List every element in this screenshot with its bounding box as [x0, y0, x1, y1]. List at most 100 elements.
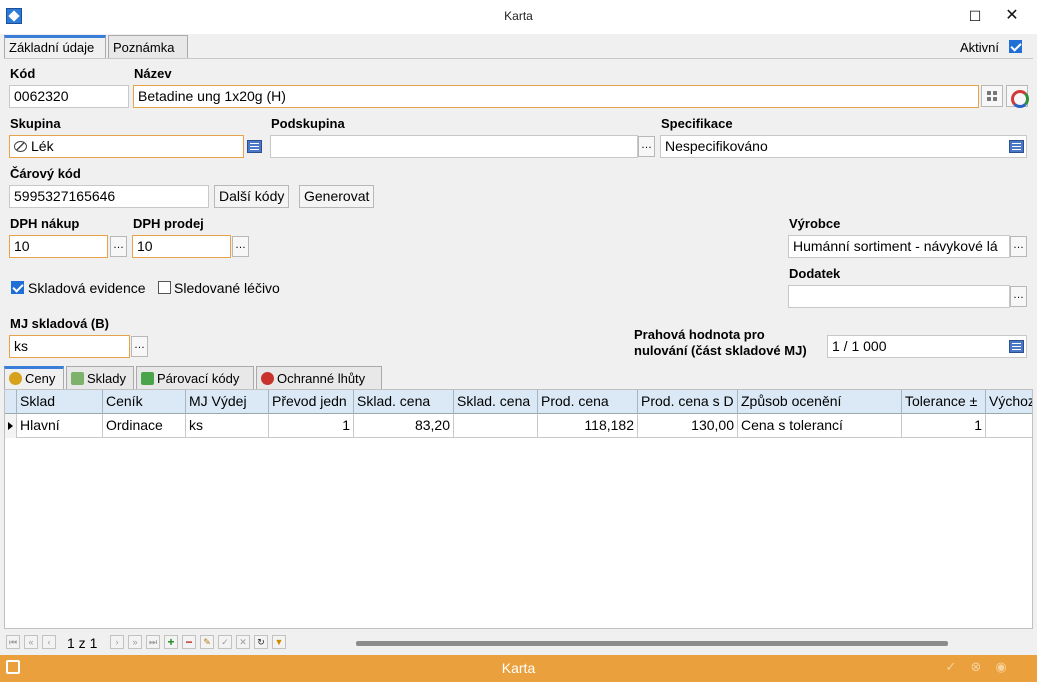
confirm-icon[interactable]: ✓ [218, 635, 232, 649]
ok-icon[interactable]: ✓ [944, 660, 958, 674]
prices-grid[interactable]: Sklad Ceník MJ Výdej Převod jedn Sklad. … [4, 389, 1033, 629]
mj-skladova-ellipsis-button[interactable]: … [131, 336, 148, 357]
prahova-input[interactable]: 1 / 1 000 [827, 335, 1027, 358]
edit-icon[interactable]: ✎ [200, 635, 214, 649]
dodatek-input[interactable] [788, 285, 1010, 308]
tab-poznamka[interactable]: Poznámka [108, 35, 188, 59]
nazev-label: Název [134, 66, 172, 81]
mj-skladova-input[interactable]: ks [9, 335, 130, 358]
skladova-evidence-checkbox[interactable] [11, 281, 24, 294]
col-tolerance[interactable]: Tolerance ± [902, 390, 986, 414]
prev-page-icon[interactable]: « [24, 635, 38, 649]
coins-icon [9, 372, 22, 385]
cell-sklad-cena-2[interactable] [454, 414, 538, 438]
dalsi-kody-button[interactable]: Další kódy [214, 185, 290, 208]
list-icon[interactable] [1009, 140, 1024, 153]
sledovane-lecivo-label: Sledované léčivo [174, 280, 280, 296]
podskupina-ellipsis-button[interactable]: … [638, 136, 655, 157]
skupina-input[interactable]: Lék [9, 135, 244, 158]
status-title: Karta [501, 660, 536, 676]
dph-prodej-input[interactable]: 10 [132, 235, 231, 258]
grid-header: Sklad Ceník MJ Výdej Převod jedn Sklad. … [5, 390, 1032, 414]
nazev-input[interactable]: Betadine ung 1x20g (H) [133, 85, 979, 108]
cancel-circle-icon[interactable]: ⊗ [969, 660, 983, 674]
col-zpusob-oceneni[interactable]: Způsob ocenění [738, 390, 902, 414]
add-icon[interactable]: + [164, 635, 178, 649]
col-sklad-cena-2[interactable]: Sklad. cena [454, 390, 538, 414]
page-info: 1 z 1 [67, 635, 98, 651]
podskupina-label: Podskupina [271, 116, 345, 131]
cell-sklad[interactable]: Hlavní [17, 414, 103, 438]
table-row[interactable]: Hlavní Ordinace ks 1 83,20 118,182 130,0… [5, 414, 1032, 438]
specifikace-label: Specifikace [661, 116, 733, 131]
tab-ochranne-lhuty[interactable]: Ochranné lhůty [256, 366, 382, 390]
col-mj-vydej[interactable]: MJ Výdej [186, 390, 269, 414]
cell-tolerance[interactable]: 1 [902, 414, 986, 438]
dph-prodej-label: DPH prodej [133, 216, 204, 231]
horizontal-scrollbar[interactable] [356, 641, 948, 646]
col-cenik[interactable]: Ceník [103, 390, 186, 414]
col-vychozi[interactable]: Výchoz [986, 390, 1032, 414]
skladova-evidence-label: Skladová evidence [28, 280, 146, 296]
dph-prodej-ellipsis-button[interactable]: … [232, 236, 249, 257]
skupina-list-button[interactable] [246, 136, 264, 157]
sledovane-lecivo-checkbox[interactable] [158, 281, 171, 294]
mj-skladova-label: MJ skladová (B) [10, 316, 109, 331]
tab-ochranne-lhuty-label: Ochranné lhůty [277, 371, 366, 386]
row-indicator-icon [5, 414, 17, 438]
dodatek-label: Dodatek [789, 266, 841, 281]
cell-prod-cena-s-d[interactable]: 130,00 [638, 414, 738, 438]
title-bar: Karta ☐ ✕ [0, 0, 1037, 34]
header-indicator [5, 390, 17, 414]
prev-record-icon[interactable]: ‹ [42, 635, 56, 649]
list-icon[interactable] [1009, 340, 1024, 353]
aktivni-checkbox[interactable] [1009, 40, 1022, 53]
col-prod-cena-s-d[interactable]: Prod. cena s D [638, 390, 738, 414]
list-icon [247, 140, 262, 153]
vyrobce-label: Výrobce [789, 216, 841, 231]
house-icon [71, 372, 84, 385]
grid-view-icon[interactable] [981, 85, 1003, 107]
tab-ceny[interactable]: Ceny [4, 366, 64, 390]
cell-prevod-jedn[interactable]: 1 [269, 414, 354, 438]
next-record-icon[interactable]: › [110, 635, 124, 649]
tab-zakladni-udaje[interactable]: Základní údaje [4, 35, 106, 59]
vyrobce-ellipsis-button[interactable]: … [1010, 236, 1027, 257]
aktivni-label: Aktivní [960, 40, 1000, 55]
first-record-icon[interactable]: ⏮ [6, 635, 20, 649]
dph-nakup-input[interactable]: 10 [9, 235, 108, 258]
cell-prod-cena[interactable]: 118,182 [538, 414, 638, 438]
dodatek-ellipsis-button[interactable]: … [1010, 286, 1027, 307]
kod-input[interactable]: 0062320 [9, 85, 129, 108]
record-navigator: ⏮ « ‹ 1 z 1 › » ⏭ + − ✎ ✓ ✕ ↻ ▼ [4, 632, 1033, 654]
col-sklad-cena[interactable]: Sklad. cena [354, 390, 454, 414]
tab-sklady[interactable]: Sklady [66, 366, 134, 390]
close-icon[interactable]: ✕ [995, 4, 1029, 28]
help-icon[interactable]: ◉ [994, 660, 1008, 674]
specifikace-input[interactable]: Nespecifikováno [660, 135, 1027, 158]
prahova-label-line2: nulování (část skladové MJ) [634, 343, 807, 358]
col-prod-cena[interactable]: Prod. cena [538, 390, 638, 414]
col-prevod-jedn[interactable]: Převod jedn [269, 390, 354, 414]
pill-icon [14, 141, 27, 152]
podskupina-input[interactable] [270, 135, 638, 158]
dph-nakup-ellipsis-button[interactable]: … [110, 236, 127, 257]
maximize-icon[interactable]: ☐ [958, 4, 992, 28]
last-record-icon[interactable]: ⏭ [146, 635, 160, 649]
col-sklad[interactable]: Sklad [17, 390, 103, 414]
cancel-icon[interactable]: ✕ [236, 635, 250, 649]
cell-mj-vydej[interactable]: ks [186, 414, 269, 438]
refresh-icon[interactable] [1006, 85, 1029, 108]
cell-sklad-cena[interactable]: 83,20 [354, 414, 454, 438]
filter-icon[interactable]: ▼ [272, 635, 286, 649]
carovy-kod-input[interactable]: 5995327165646 [9, 185, 209, 208]
cell-cenik[interactable]: Ordinace [103, 414, 186, 438]
cell-zpusob-oceneni[interactable]: Cena s tolerancí [738, 414, 902, 438]
generovat-button[interactable]: Generovat [299, 185, 375, 208]
cell-vychozi[interactable] [986, 414, 1032, 438]
delete-icon[interactable]: − [182, 635, 196, 649]
tab-parovaci-kody[interactable]: Párovací kódy [136, 366, 254, 390]
refresh-records-icon[interactable]: ↻ [254, 635, 268, 649]
next-page-icon[interactable]: » [128, 635, 142, 649]
vyrobce-input[interactable]: Humánní sortiment - návykové lá [788, 235, 1010, 258]
